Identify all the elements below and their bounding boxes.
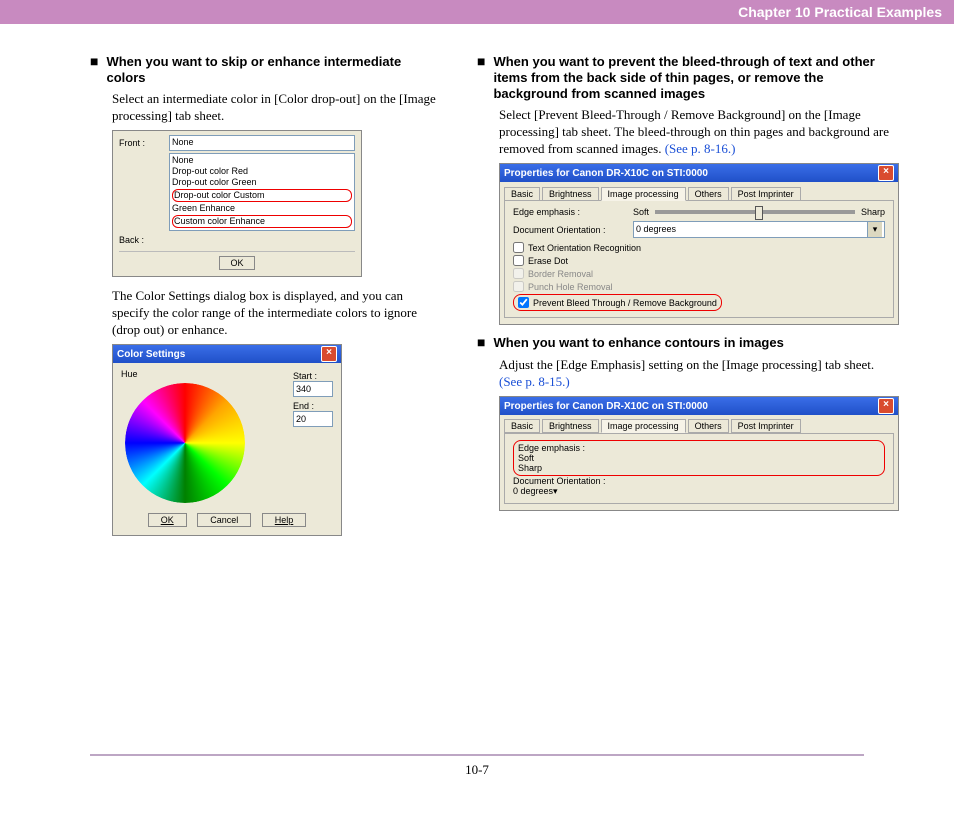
- page-footer: 10-7: [0, 754, 954, 778]
- chapter-title: Chapter 10 Practical Examples: [738, 4, 942, 20]
- doc-orientation-dropdown[interactable]: 0 degrees▾: [633, 221, 885, 238]
- left-column: ■ When you want to skip or enhance inter…: [90, 54, 437, 546]
- tab-brightness[interactable]: Brightness: [542, 419, 599, 433]
- close-icon[interactable]: ×: [878, 398, 894, 414]
- right-column: ■ When you want to prevent the bleed-thr…: [477, 54, 899, 546]
- section-skip-enhance: ■ When you want to skip or enhance inter…: [90, 54, 437, 86]
- option-none[interactable]: None: [172, 155, 352, 166]
- dialog-titlebar: Color Settings ×: [113, 345, 341, 363]
- color-settings-dialog: Color Settings × Hue Start : 340 End : 2…: [112, 344, 342, 536]
- ok-button[interactable]: OK: [219, 256, 254, 270]
- tab-post-imprinter[interactable]: Post Imprinter: [731, 187, 801, 201]
- option-custom-dropout[interactable]: Drop-out color Custom: [172, 189, 352, 202]
- checkbox-text-orientation[interactable]: Text Orientation Recognition: [513, 242, 885, 253]
- section-heading: When you want to prevent the bleed-throu…: [493, 54, 899, 102]
- properties-dialog-bleed: Properties for Canon DR-X10C on STI:0000…: [499, 163, 899, 325]
- option-custom-enhance[interactable]: Custom color Enhance: [172, 215, 352, 228]
- bullet-square-icon: ■: [90, 55, 98, 71]
- tab-row: Basic Brightness Image processing Others…: [500, 415, 898, 433]
- page-number: 10-7: [0, 762, 954, 778]
- bullet-square-icon: ■: [477, 55, 485, 71]
- dialog-titlebar: Properties for Canon DR-X10C on STI:0000…: [500, 397, 898, 415]
- close-icon[interactable]: ×: [878, 165, 894, 181]
- dialog-title: Properties for Canon DR-X10C on STI:0000: [504, 401, 708, 412]
- tab-image-processing[interactable]: Image processing: [601, 419, 686, 433]
- chevron-down-icon: ▾: [553, 486, 558, 496]
- dropout-options-screenshot: Front : None None Drop-out color Red Dro…: [112, 130, 362, 277]
- end-input[interactable]: 20: [293, 411, 333, 427]
- dialog-title: Color Settings: [117, 349, 185, 360]
- body-text: Adjust the [Edge Emphasis] setting on th…: [499, 356, 899, 390]
- option-green[interactable]: Drop-out color Green: [172, 177, 352, 188]
- doc-orientation-label: Document Orientation :: [513, 476, 606, 486]
- chapter-header: Chapter 10 Practical Examples: [0, 0, 954, 24]
- close-icon[interactable]: ×: [321, 346, 337, 362]
- end-label: End :: [293, 401, 333, 411]
- dialog-titlebar: Properties for Canon DR-X10C on STI:0000…: [500, 164, 898, 182]
- tab-basic[interactable]: Basic: [504, 187, 540, 201]
- see-page-link[interactable]: (See p. 8-15.): [499, 374, 570, 389]
- body-text: Select [Prevent Bleed-Through / Remove B…: [499, 106, 899, 157]
- hue-wheel[interactable]: [125, 383, 245, 503]
- doc-orientation-label: Document Orientation :: [513, 225, 633, 235]
- bullet-square-icon: ■: [477, 336, 485, 352]
- doc-orientation-dropdown[interactable]: 0 degrees▾: [513, 486, 885, 497]
- tab-others[interactable]: Others: [688, 419, 729, 433]
- dialog-title: Properties for Canon DR-X10C on STI:0000: [504, 168, 708, 179]
- dropout-listbox[interactable]: None Drop-out color Red Drop-out color G…: [169, 153, 355, 231]
- tab-post-imprinter[interactable]: Post Imprinter: [731, 419, 801, 433]
- checkbox-border-removal: Border Removal: [513, 268, 885, 279]
- front-dropdown[interactable]: None: [169, 135, 355, 151]
- edge-emphasis-label: Edge emphasis :: [518, 443, 585, 453]
- option-red[interactable]: Drop-out color Red: [172, 166, 352, 177]
- back-label: Back :: [119, 235, 169, 245]
- help-button[interactable]: Help: [262, 513, 307, 527]
- tab-brightness[interactable]: Brightness: [542, 187, 599, 201]
- see-page-link[interactable]: (See p. 8-16.): [665, 141, 736, 156]
- checkbox-punch-hole: Punch Hole Removal: [513, 281, 885, 292]
- edge-emphasis-slider[interactable]: Soft Sharp: [633, 207, 885, 217]
- section-heading: When you want to skip or enhance interme…: [106, 54, 437, 86]
- body-text: Select an intermediate color in [Color d…: [112, 90, 437, 124]
- checkbox-erase-dot[interactable]: Erase Dot: [513, 255, 885, 266]
- tab-basic[interactable]: Basic: [504, 419, 540, 433]
- section-heading: When you want to enhance contours in ima…: [493, 335, 783, 351]
- ok-button[interactable]: OK: [148, 513, 187, 527]
- chevron-down-icon: ▾: [867, 222, 882, 237]
- start-label: Start :: [293, 371, 333, 381]
- checkbox-prevent-bleed[interactable]: Prevent Bleed Through / Remove Backgroun…: [518, 297, 717, 308]
- tab-others[interactable]: Others: [688, 187, 729, 201]
- tab-row: Basic Brightness Image processing Others…: [500, 182, 898, 200]
- body-text: The Color Settings dialog box is display…: [112, 287, 437, 338]
- start-input[interactable]: 340: [293, 381, 333, 397]
- edge-emphasis-slider[interactable]: Soft Sharp: [518, 453, 880, 473]
- front-label: Front :: [119, 138, 169, 148]
- properties-dialog-edge: Properties for Canon DR-X10C on STI:0000…: [499, 396, 899, 511]
- option-green-enhance[interactable]: Green Enhance: [172, 203, 352, 214]
- cancel-button[interactable]: Cancel: [197, 513, 251, 527]
- section-enhance-contours: ■ When you want to enhance contours in i…: [477, 335, 899, 352]
- section-bleed-through: ■ When you want to prevent the bleed-thr…: [477, 54, 899, 102]
- edge-emphasis-label: Edge emphasis :: [513, 207, 633, 217]
- tab-image-processing[interactable]: Image processing: [601, 187, 686, 201]
